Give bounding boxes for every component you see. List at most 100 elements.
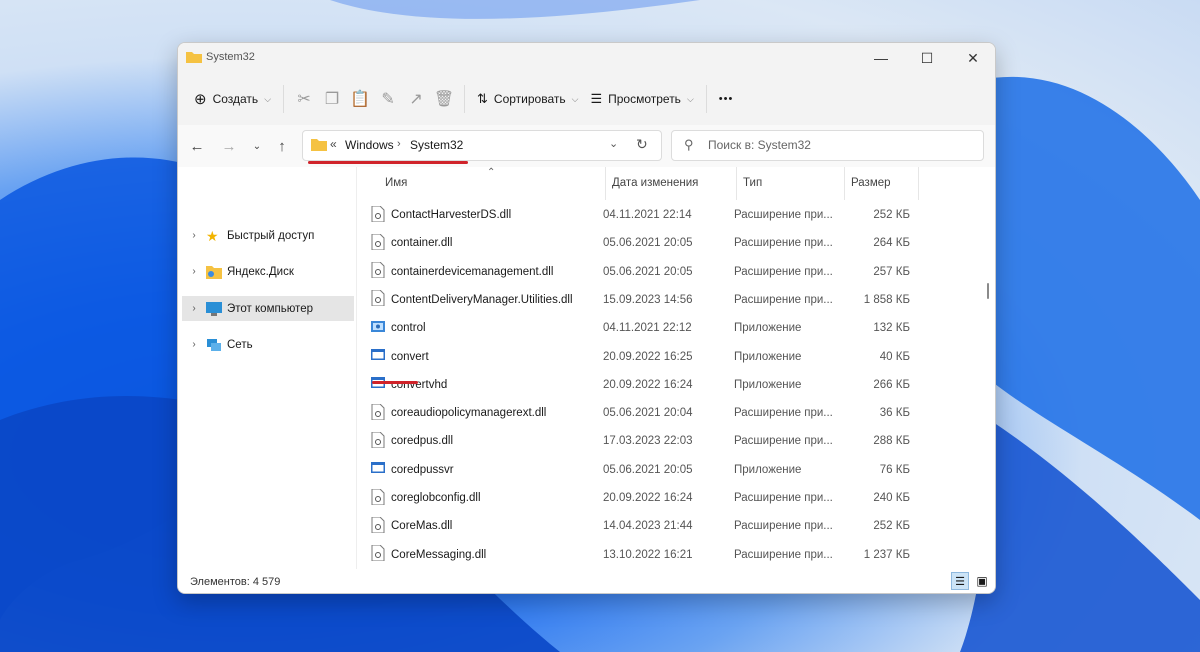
column-header-name[interactable]: Имя [357,167,606,200]
file-row[interactable]: coreaudiopolicymanagerext.dll 05.06.2021 … [371,399,961,427]
app-icon [371,460,391,479]
file-name-cell: coreglobconfig.dll [371,488,603,508]
file-row[interactable]: containerdevicemanagement.dll 05.06.2021 … [371,258,961,286]
file-row[interactable]: CoreMessaging.dll 13.10.2022 16:21 Расшире… [371,541,961,569]
file-size: 266 КБ [873,378,910,391]
file-date: 14.04.2023 21:44 [603,520,693,533]
file-date: 05.06.2021 20:04 [603,407,693,420]
sidebar-item-network[interactable]: › Сеть [182,332,354,357]
file-name-cell: control [371,319,603,338]
folder-icon [186,52,202,63]
address-bar[interactable]: « Windows › System32 ⌄ ↻ [302,130,662,161]
file-row[interactable]: ContentDeliveryManager.Utilities.dll 15.0… [371,286,961,314]
chevron-right-icon[interactable]: › [186,303,202,314]
sidebar-item-this-pc[interactable]: › Этот компьютер [182,296,354,321]
rename-icon[interactable]: ✎ [374,83,402,115]
file-type: Приложение [734,378,802,391]
close-button[interactable]: ✕ [950,43,995,73]
file-row[interactable]: control 04.11.2021 22:12 Приложение 132 КБ [371,314,961,342]
sidebar-item-quick-access[interactable]: › ★ Быстрый доступ [182,223,354,248]
file-size: 132 КБ [873,322,910,335]
file-type: Приложение [734,322,802,335]
file-date: 04.11.2021 22:12 [603,322,692,335]
file-name: coreglobconfig.dll [391,492,481,504]
share-icon[interactable]: ↗ [402,83,430,115]
folder-icon [311,139,327,151]
breadcrumb-separator-icon: › [397,138,401,150]
file-row[interactable]: convert 20.09.2022 16:25 Приложение 40 КБ [371,343,961,371]
chevron-down-icon: ⌵ [264,93,272,104]
sidebar-item-yandex-disk[interactable]: › Яндекс.Диск [182,259,354,284]
scrollbar-thumb[interactable] [987,283,989,299]
recent-locations-button[interactable]: ⌄ [246,135,268,157]
refresh-icon[interactable]: ↻ [636,136,648,153]
toolbar-separator [464,85,466,113]
column-header-date[interactable]: Дата изменения [606,167,737,200]
chevron-right-icon[interactable]: › [186,230,202,241]
maximize-button[interactable]: ☐ [904,43,950,73]
vertical-scrollbar[interactable] [987,207,990,567]
file-name: ContentDeliveryManager.Utilities.dll [391,293,573,306]
file-name-cell: convert [371,347,603,366]
minimize-button[interactable]: — [858,43,904,73]
dll-file-icon [371,261,391,281]
cut-icon[interactable]: ✂ [290,83,318,115]
item-count: Элементов: 4 579 [190,576,281,588]
file-date: 05.06.2021 20:05 [603,265,693,278]
paste-icon[interactable]: 📋 [346,83,374,115]
file-date: 05.06.2021 20:05 [603,237,693,250]
file-row[interactable]: CoreMas.dll 14.04.2023 21:44 Расширение пр… [371,512,961,540]
file-size: 40 КБ [879,350,910,363]
file-name-cell: container.dll [371,233,603,253]
file-name: container.dll [391,237,453,250]
file-name-cell: coreaudiopolicymanagerext.dll [371,403,603,423]
file-row[interactable]: container.dll 05.06.2021 20:05 Расширение … [371,229,961,257]
column-header-type[interactable]: Тип [737,167,845,200]
sort-button[interactable]: ⇅ Сортировать ⌵ [471,83,584,115]
forward-button[interactable]: → [218,135,240,157]
file-row[interactable]: ContactHarvesterDS.dll 04.11.2021 22:14 Ра… [371,201,961,229]
back-button[interactable]: ← [186,135,208,157]
file-type: Расширение при... [734,293,833,306]
file-row[interactable]: coredpus.dll 17.03.2023 22:03 Расширение п… [371,427,961,455]
view-label: Просмотреть [608,92,681,106]
search-box[interactable]: ⚲ Поиск в: System32 [671,130,984,161]
file-row[interactable]: convertvhd 20.09.2022 16:24 Приложение 266 … [371,371,961,399]
window-title: System32 [206,51,255,63]
file-row[interactable]: coredpussvr 05.06.2021 20:05 Приложение 76 … [371,456,961,484]
copy-icon[interactable]: ❐ [318,83,346,115]
more-label: ••• [718,93,734,105]
breadcrumb-item-system32[interactable]: System32 [410,138,463,152]
file-date: 05.06.2021 20:05 [603,463,693,476]
tiles-view-button[interactable]: ▣ [973,572,991,590]
file-row[interactable]: coreglobconfig.dll 20.09.2022 16:24 Расшир… [371,484,961,512]
file-list: ⌃ Имя Дата изменения Тип Размер ContactH… [356,167,995,569]
computer-icon [206,301,222,316]
file-date: 17.03.2023 22:03 [603,435,693,448]
view-button[interactable]: ☰ Просмотреть ⌵ [584,83,699,115]
breadcrumb-item-windows[interactable]: Windows [345,138,394,152]
details-view-button[interactable]: ☰ [951,572,969,590]
search-placeholder: Поиск в: System32 [708,138,811,152]
more-options-button[interactable]: ••• [713,83,740,115]
file-name-cell: CoreMas.dll [371,516,603,536]
chevron-right-icon[interactable]: › [186,266,202,277]
file-name: coredpus.dll [391,435,454,448]
create-button[interactable]: ⊕ Создать ⌵ [188,83,277,115]
annotation-underline [308,161,468,164]
column-header-size[interactable]: Размер [845,167,919,200]
dll-file-icon [371,205,391,225]
network-icon [207,338,221,351]
breadcrumb-overflow[interactable]: « [330,137,337,151]
dll-file-icon [371,233,391,253]
dll-file-icon [371,516,391,536]
chevron-down-icon: ⌵ [686,93,694,104]
address-dropdown-icon[interactable]: ⌄ [609,137,618,150]
navigation-bar: ← → ⌄ ↑ « Windows › System32 ⌄ ↻ ⚲ Поиск… [178,125,995,168]
file-size: 240 КБ [873,492,910,504]
delete-icon[interactable]: 🗑 [430,83,458,115]
app-icon [371,375,391,394]
chevron-right-icon[interactable]: › [186,339,202,350]
up-button[interactable]: ↑ [271,135,293,157]
sort-icon: ⇅ [477,91,488,106]
